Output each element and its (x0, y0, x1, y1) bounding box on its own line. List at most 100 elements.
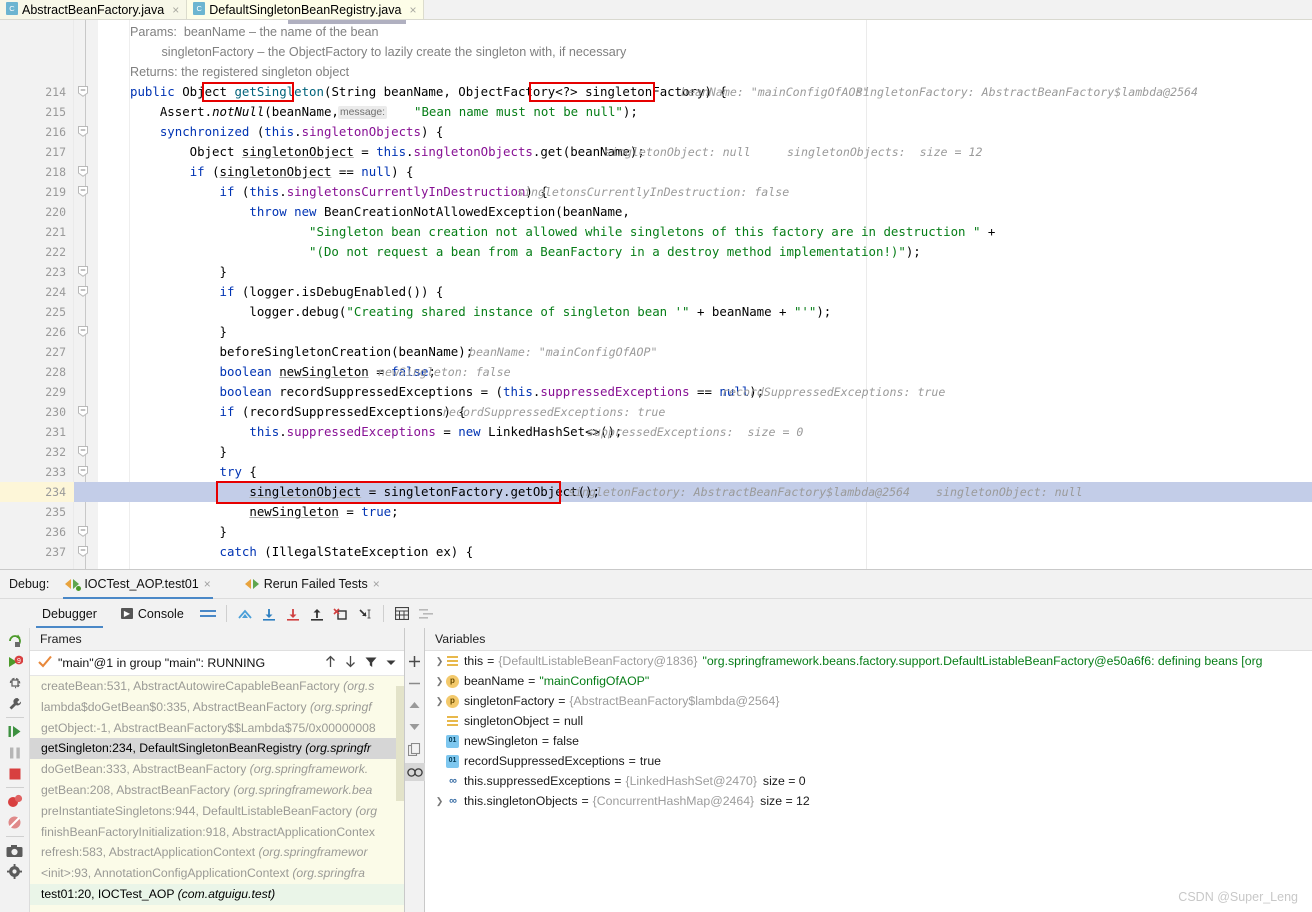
close-icon[interactable]: × (204, 577, 211, 591)
code-line[interactable]: 235 newSingleton = true; (0, 502, 1312, 522)
frame-item[interactable]: getObject:-1, AbstractBeanFactory$$Lambd… (30, 718, 404, 739)
code-line[interactable]: 236 } (0, 522, 1312, 542)
mute-breakpoints-icon[interactable] (2, 812, 28, 833)
frames-scrollbar-thumb[interactable] (396, 686, 404, 801)
code-line[interactable]: 219 if (this.singletonsCurrentlyInDestru… (0, 182, 1312, 202)
code-line[interactable]: 233 try { (0, 462, 1312, 482)
step-over-icon[interactable] (257, 603, 281, 625)
pause-program-icon[interactable] (2, 742, 28, 763)
tab-debugger[interactable]: Debugger (30, 599, 109, 628)
settings-wrench-icon[interactable] (2, 693, 28, 714)
variable-row[interactable]: ❯ this = {DefaultListableBeanFactory@1836} "… (425, 651, 1312, 671)
rerun-icon[interactable] (2, 630, 28, 651)
arrow-down-icon[interactable] (345, 655, 356, 671)
chevron-right-icon[interactable]: ❯ (433, 671, 446, 691)
code-line[interactable]: 232 } (0, 442, 1312, 462)
settings-lines-icon[interactable] (414, 603, 438, 625)
code-line[interactable]: 220 throw new BeanCreationNotAllowedExce… (0, 202, 1312, 222)
chevron-down-icon[interactable] (386, 656, 396, 670)
resume-program-icon[interactable] (2, 721, 28, 742)
evaluate-expression-icon[interactable] (390, 603, 414, 625)
close-icon[interactable]: × (172, 4, 179, 16)
thread-selector[interactable]: "main"@1 in group "main": RUNNING (30, 651, 404, 676)
frame-item[interactable]: getSingleton:234, DefaultSingletonBeanRe… (30, 738, 404, 760)
code-editor[interactable]: Params: beanName – the name of the bean … (0, 20, 1312, 569)
code-line[interactable]: 234 singletonObject = singletonFactory.g… (0, 482, 1312, 502)
code-line[interactable]: 223 } (0, 262, 1312, 282)
frames-list[interactable]: createBean:531, AbstractAutowireCapableB… (30, 676, 404, 912)
frame-item[interactable]: preInstantiateSingletons:944, DefaultLis… (30, 801, 404, 822)
code-line[interactable]: 230 if (recordSuppressedExceptions) {rec… (0, 402, 1312, 422)
restart-icon[interactable] (2, 672, 28, 693)
variable-row[interactable]: ∞ this.suppressedExceptions = {LinkedHashSe… (425, 771, 1312, 791)
editor-tab-abstractbeanfactory[interactable]: C AbstractBeanFactory.java × (0, 0, 188, 19)
code-line[interactable]: 237 catch (IllegalStateException ex) { (0, 542, 1312, 562)
filter-icon[interactable] (365, 656, 377, 671)
code-line[interactable]: 224 if (logger.isDebugEnabled()) { (0, 282, 1312, 302)
variable-row[interactable]: singletonObject = null (425, 711, 1312, 731)
frame-item[interactable]: lambda$doGetBean$0:335, AbstractBeanFact… (30, 697, 404, 718)
code-line[interactable]: 222 "(Do not request a bean from a BeanF… (0, 242, 1312, 262)
code-line[interactable]: 228 boolean newSingleton = false; newSing… (0, 362, 1312, 382)
editor-tab-defaultsingletonbeanregistry[interactable]: C DefaultSingletonBeanRegistry.java × (187, 0, 425, 19)
code-line[interactable]: 216 synchronized (this.singletonObjects)… (0, 122, 1312, 142)
frame-item[interactable]: doGetBean:333, AbstractBeanFactory (org.… (30, 759, 404, 780)
screenshot-icon[interactable] (2, 840, 28, 861)
variables-list[interactable]: ❯ this = {DefaultListableBeanFactory@1836} "… (425, 651, 1312, 811)
variable-row[interactable]: 01 recordSuppressedExceptions = true (425, 751, 1312, 771)
inline-debugger-hint: singletonFactory: AbstractBeanFactory$la… (856, 85, 1199, 99)
frame-item[interactable]: createBean:531, AbstractAutowireCapableB… (30, 676, 404, 697)
step-out-icon[interactable] (305, 603, 329, 625)
variable-row[interactable]: ❯ p singletonFactory = {AbstractBeanFactory$… (425, 691, 1312, 711)
tab-console[interactable]: ▶ Console (109, 599, 196, 628)
variable-row[interactable]: ❯ p beanName = "mainConfigOfAOP" (425, 671, 1312, 691)
show-execution-point-icon[interactable] (233, 603, 257, 625)
view-breakpoints-icon[interactable] (2, 791, 28, 812)
remove-icon[interactable] (406, 675, 424, 691)
editor-horizontal-scrollbar[interactable] (288, 20, 406, 24)
line-highlight (74, 522, 1312, 542)
frame-item[interactable]: getBean:208, AbstractBeanFactory (org.sp… (30, 780, 404, 801)
arrow-up-icon[interactable] (325, 655, 336, 671)
close-icon[interactable]: × (409, 4, 416, 16)
frame-item[interactable]: test01:20, IOCTest_AOP (com.atguigu.test… (30, 883, 404, 905)
code-text: "Bean name must not be null"); (414, 104, 638, 119)
frame-item[interactable]: <init>:93, AnnotationConfigApplicationCo… (30, 863, 404, 884)
debug-run-tab-ioctest[interactable]: IOCTest_AOP.test01 × (59, 570, 216, 599)
frames-scrollbar[interactable] (396, 676, 404, 912)
code-line[interactable]: 229 boolean recordSuppressedExceptions =… (0, 382, 1312, 402)
move-down-icon[interactable] (406, 719, 424, 735)
chevron-right-icon[interactable]: ❯ (433, 691, 446, 711)
frame-item[interactable]: finishBeanFactoryInitialization:918, Abs… (30, 822, 404, 843)
code-line[interactable]: 221 "Singleton bean creation not allowed… (0, 222, 1312, 242)
debug-run-tab-rerun-failed[interactable]: Rerun Failed Tests × (239, 570, 386, 599)
code-line[interactable]: 226 } (0, 322, 1312, 342)
code-content[interactable]: Params: beanName – the name of the bean … (0, 20, 1312, 569)
chevron-right-icon[interactable]: ❯ (433, 791, 446, 811)
inline-debugger-hint: singletonsCurrentlyInDestruction: false (517, 185, 790, 199)
move-up-icon[interactable] (406, 697, 424, 713)
code-line[interactable]: 225 logger.debug("Creating shared instan… (0, 302, 1312, 322)
copy-icon[interactable] (406, 741, 424, 757)
rerun-failed-tests-icon[interactable]: 9 (2, 651, 28, 672)
code-line[interactable]: 215 Assert.notNull(beanName, message: "Be… (0, 102, 1312, 122)
close-icon[interactable]: × (373, 577, 380, 591)
layout-settings-icon[interactable] (196, 603, 220, 625)
frame-item[interactable]: refresh:583, AbstractApplicationContext … (30, 842, 404, 863)
add-icon[interactable] (406, 653, 424, 669)
code-line[interactable]: 214 public Object getSingleton(String bea… (0, 82, 1312, 102)
code-line[interactable]: 227 beforeSingletonCreation(beanName); be… (0, 342, 1312, 362)
code-line[interactable]: 217 Object singletonObject = this.single… (0, 142, 1312, 162)
step-into-icon[interactable] (281, 603, 305, 625)
chevron-right-icon[interactable]: ❯ (433, 651, 446, 671)
variable-row[interactable]: ❯ ∞ this.singletonObjects = {ConcurrentHashM… (425, 791, 1312, 811)
drop-frame-icon[interactable] (329, 603, 353, 625)
code-line[interactable]: 218 if (singletonObject == null) { (0, 162, 1312, 182)
settings-gear-icon[interactable] (2, 861, 28, 882)
code-line[interactable]: 231 this.suppressedExceptions = new Link… (0, 422, 1312, 442)
watches-icon[interactable] (404, 763, 425, 781)
stop-icon[interactable] (2, 763, 28, 784)
line-number: 227 (45, 345, 66, 359)
run-to-cursor-icon[interactable] (353, 603, 377, 625)
variable-row[interactable]: 01 newSingleton = false (425, 731, 1312, 751)
